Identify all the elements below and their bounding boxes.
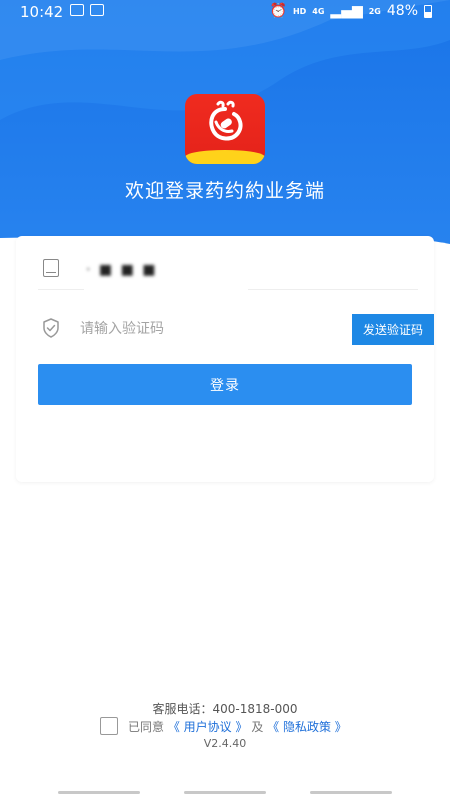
login-card: · ■ ■ ■ 发送验证码 登录 bbox=[16, 236, 434, 482]
status-time: 10:42 bbox=[20, 3, 64, 21]
user-agreement-link[interactable]: 《 用户协议 》 bbox=[168, 720, 248, 734]
service-phone: 客服电话：400-1818-000 bbox=[152, 702, 298, 716]
agree-prefix: 已同意 bbox=[128, 720, 165, 734]
phone-field[interactable]: · ■ ■ ■ bbox=[38, 256, 418, 290]
logo-mark-icon bbox=[209, 100, 243, 141]
agreement-row: 已同意 《 用户协议 》 及 《 隐私政策 》 bbox=[0, 716, 450, 736]
status-bar: 10:42 ⏰ HD 4G ▂▄▆ 2G 48% bbox=[0, 0, 450, 24]
4g-indicator: 4G bbox=[312, 6, 325, 16]
nav-recents-handle[interactable] bbox=[310, 791, 392, 794]
battery-percent: 48% bbox=[386, 3, 418, 19]
agreement-text: 已同意 《 用户协议 》 及 《 隐私政策 》 bbox=[128, 718, 347, 735]
send-code-button[interactable]: 发送验证码 bbox=[352, 314, 434, 345]
agree-checkbox[interactable] bbox=[100, 717, 118, 735]
agree-and: 及 bbox=[251, 720, 264, 734]
phone-divider-right bbox=[248, 289, 418, 290]
phone-divider-left bbox=[38, 289, 84, 290]
login-button[interactable]: 登录 bbox=[38, 364, 412, 405]
image-icon bbox=[70, 4, 84, 16]
nav-back-handle[interactable] bbox=[58, 791, 140, 794]
nav-home-handle[interactable] bbox=[184, 791, 266, 794]
system-nav-bar bbox=[0, 786, 450, 800]
logo-band bbox=[185, 150, 265, 164]
battery-icon bbox=[424, 4, 432, 18]
verification-code-input[interactable] bbox=[80, 316, 310, 342]
phone-icon bbox=[43, 259, 59, 277]
code-field-row: 发送验证码 bbox=[38, 312, 434, 346]
2g-indicator: 2G bbox=[368, 6, 381, 16]
check-square-icon bbox=[90, 4, 104, 16]
alarm-icon: ⏰ bbox=[269, 3, 287, 19]
shield-check-icon bbox=[43, 318, 59, 338]
signal-icon: ▂▄▆ bbox=[330, 3, 363, 19]
privacy-policy-link[interactable]: 《 隐私政策 》 bbox=[267, 720, 347, 734]
app-version: V2.4.40 bbox=[203, 737, 247, 750]
phone-value[interactable]: · ■ ■ ■ bbox=[86, 262, 157, 278]
welcome-title: 欢迎登录药约約业务端 bbox=[124, 180, 325, 202]
hd-indicator: HD bbox=[292, 6, 307, 16]
app-logo bbox=[185, 94, 265, 164]
